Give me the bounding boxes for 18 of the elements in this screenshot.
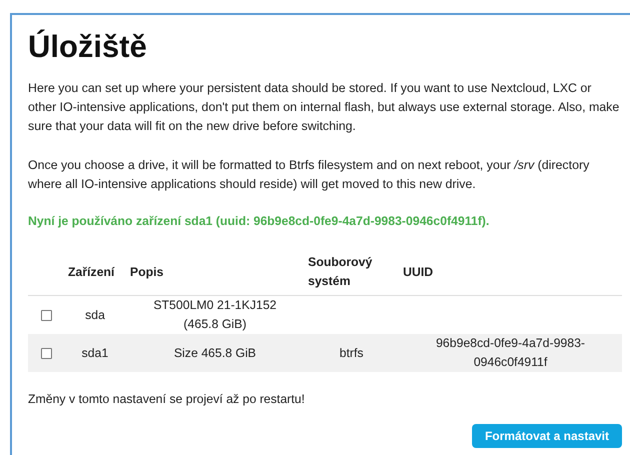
restart-note: Změny v tomto nastavení se projeví až po restartu! — [28, 392, 306, 406]
column-header: Popis — [130, 264, 164, 278]
column-header: Zařízení — [68, 264, 114, 278]
column-header: Souborový systém — [308, 255, 372, 288]
table-cell: sda1 — [82, 346, 108, 360]
status-message: Nyní je používáno zařízení sda1 (uuid: 96b9e8cd-0fe9-4a7d-9983-0946c0f4911f). — [28, 214, 490, 228]
table-cell: ST500LM0 21-1KJ152 (465.8 GiB) — [153, 298, 277, 331]
table-cell: btrfs — [340, 346, 364, 360]
description-text: Here you can set up where your persistent data should be stored. If you want to use Nextcloud, LXC or other IO-intensive applications, don't put them on internal flash, but always use external storage. Also, make sure that your data will fit on the new drive before switching. — [28, 80, 620, 135]
table-cell: 96b9e8cd-0fe9-4a7d-9983-0946c0f4911f — [436, 336, 586, 369]
checkbox[interactable] — [40, 348, 52, 358]
checkbox[interactable] — [40, 310, 52, 320]
table-cell: Size 465.8 GiB — [174, 346, 256, 360]
column-header: UUID — [403, 264, 434, 278]
page-title: Úložiště — [28, 29, 148, 65]
format-button[interactable]: Formátovat a nastavit — [472, 424, 622, 448]
description-text: Once you choose a drive, it will be formatted to Btrfs filesystem and on next reboot, your /srv (directory where all IO-intensive applications should reside) will get moved to this new drive. — [28, 157, 590, 193]
table-cell: sda — [85, 308, 105, 322]
